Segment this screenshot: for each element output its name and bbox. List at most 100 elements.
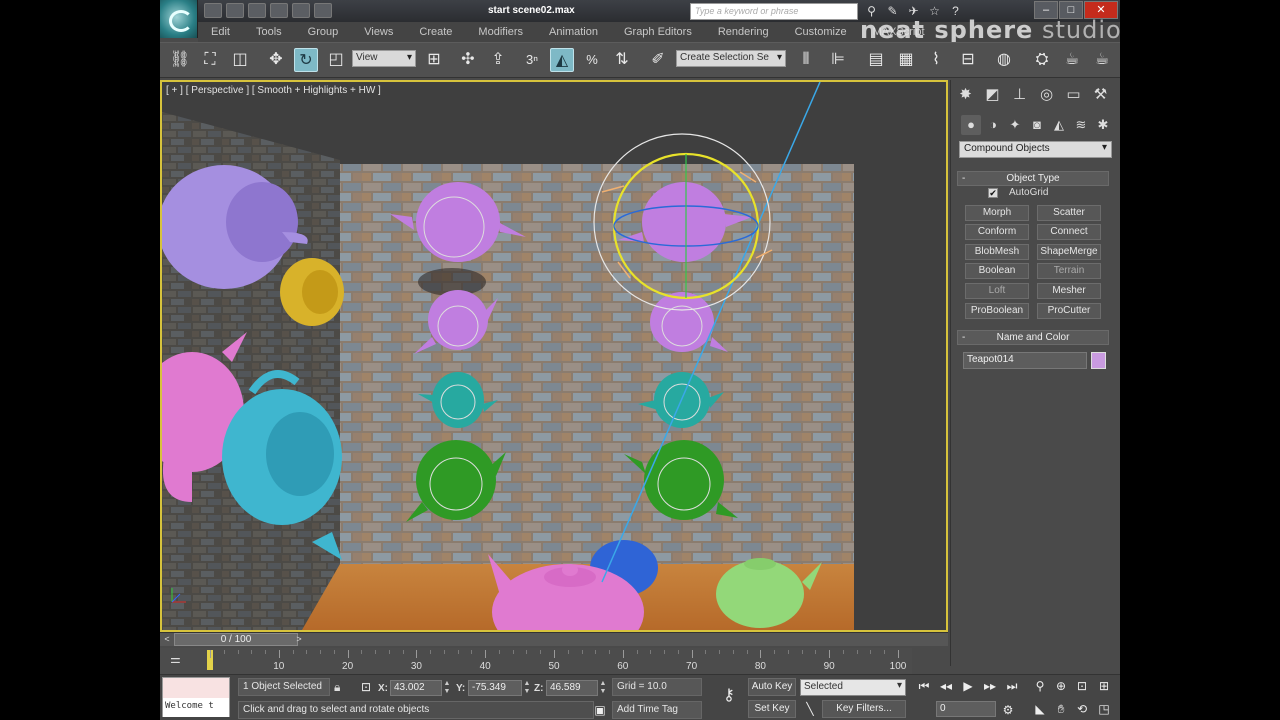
mirror-icon[interactable]: ⫴ bbox=[794, 48, 818, 72]
cameras-icon[interactable]: ◙ bbox=[1027, 115, 1047, 135]
z-spinner[interactable]: ▲ ▼ bbox=[599, 680, 607, 696]
field-of-view-icon[interactable]: ◣ bbox=[1030, 700, 1050, 718]
display-tab-icon[interactable]: ▭ bbox=[1063, 84, 1084, 105]
maximize-viewport-icon[interactable]: ◳ bbox=[1094, 700, 1114, 718]
perspective-viewport[interactable]: [ + ] [ Perspective ] [ Smooth + Highlig… bbox=[160, 80, 948, 632]
name-and-color-rollout-header[interactable]: - Name and Color bbox=[957, 330, 1109, 345]
key-tangent-icon[interactable]: ╲ bbox=[800, 700, 820, 718]
select-scale-icon[interactable]: ◰ bbox=[324, 48, 348, 72]
bind-space-warp-icon[interactable]: ◫ bbox=[228, 48, 252, 72]
x-spinner[interactable]: ▲ ▼ bbox=[443, 680, 451, 696]
selection-lock-icon[interactable]: 🔒︎ bbox=[334, 680, 340, 695]
render-production-icon[interactable]: ☕ bbox=[1090, 48, 1114, 72]
set-keys-key-icon[interactable]: ⚷ bbox=[716, 687, 742, 705]
time-slider[interactable]: < 0 / 100 > bbox=[160, 632, 948, 646]
track-bar[interactable]: ⚌ 10 20 30 40 50 60 70 80 90 100 bbox=[160, 648, 912, 674]
mesher-button[interactable]: Mesher bbox=[1037, 283, 1101, 299]
space-warps-icon[interactable]: ≋ bbox=[1071, 115, 1091, 135]
edit-named-selection-icon[interactable]: ✐ bbox=[646, 48, 670, 72]
time-slider-next-arrow[interactable]: > bbox=[292, 633, 306, 646]
zoom-extents-icon[interactable]: ⊡ bbox=[1072, 677, 1092, 695]
shapes-icon[interactable]: ◑ bbox=[983, 115, 1003, 135]
snaps-toggle-icon[interactable]: 3ⁿ bbox=[520, 48, 544, 72]
select-manipulate-icon[interactable]: ✣ bbox=[456, 48, 480, 72]
teapot-yellow[interactable] bbox=[280, 258, 344, 326]
viewport-label[interactable]: [ + ] [ Perspective ] [ Smooth + Highlig… bbox=[166, 85, 381, 96]
scatter-button[interactable]: Scatter bbox=[1037, 205, 1101, 221]
y-spinner[interactable]: ▲ ▼ bbox=[523, 680, 531, 696]
menu-group[interactable]: Group bbox=[295, 26, 352, 38]
keyboard-shortcut-override-icon[interactable]: ⇪ bbox=[486, 48, 510, 72]
unlink-icon[interactable]: ⛶ bbox=[198, 48, 222, 72]
schematic-view-icon[interactable]: ⊟ bbox=[956, 48, 980, 72]
menu-modifiers[interactable]: Modifiers bbox=[465, 26, 536, 38]
conform-button[interactable]: Conform bbox=[965, 224, 1029, 240]
open-file-icon[interactable] bbox=[226, 3, 244, 18]
redo-icon[interactable] bbox=[292, 3, 310, 18]
time-tag-icon[interactable]: ▣ bbox=[590, 701, 610, 719]
proboolean-button[interactable]: ProBoolean bbox=[965, 303, 1029, 319]
graphite-ribbon-icon[interactable]: ▦ bbox=[894, 48, 918, 72]
motion-tab-icon[interactable]: ◎ bbox=[1036, 84, 1057, 105]
undo-icon[interactable] bbox=[270, 3, 288, 18]
maxscript-listener[interactable]: Welcome t bbox=[162, 677, 230, 717]
procutter-button[interactable]: ProCutter bbox=[1037, 303, 1101, 319]
shapemerge-button[interactable]: ShapeMerge bbox=[1037, 244, 1101, 260]
morph-button[interactable]: Morph bbox=[965, 205, 1029, 221]
menu-views[interactable]: Views bbox=[351, 26, 406, 38]
object-type-rollout-header[interactable]: - Object Type bbox=[957, 171, 1109, 186]
loft-button[interactable]: Loft bbox=[965, 283, 1029, 299]
spinner-snap-icon[interactable]: ⇅ bbox=[610, 48, 634, 72]
curve-editor-icon[interactable]: ⌇ bbox=[924, 48, 948, 72]
named-selection-set-dropdown[interactable]: Create Selection Se bbox=[676, 50, 786, 67]
set-key-button[interactable]: Set Key bbox=[748, 700, 796, 718]
menu-rendering[interactable]: Rendering bbox=[705, 26, 782, 38]
lights-icon[interactable]: ✦ bbox=[1005, 115, 1025, 135]
key-mode-dropdown[interactable]: Selected bbox=[800, 679, 906, 696]
next-frame-icon[interactable]: ▸▸ bbox=[980, 677, 1000, 695]
auto-key-button[interactable]: Auto Key bbox=[748, 678, 796, 696]
maxscript-output[interactable]: Welcome t bbox=[163, 698, 229, 717]
percent-snap-icon[interactable]: % bbox=[580, 48, 604, 72]
go-to-end-icon[interactable]: ⏭ bbox=[1002, 677, 1022, 695]
utilities-tab-icon[interactable]: ⚒ bbox=[1090, 84, 1111, 105]
go-to-start-icon[interactable]: ⏮ bbox=[914, 677, 934, 695]
connect-button[interactable]: Connect bbox=[1037, 224, 1101, 240]
current-frame-field[interactable]: 0 bbox=[936, 701, 996, 717]
menu-customize[interactable]: Customize bbox=[782, 26, 860, 38]
systems-icon[interactable]: ✱ bbox=[1093, 115, 1113, 135]
menu-tools[interactable]: Tools bbox=[243, 26, 295, 38]
material-editor-icon[interactable]: ◍ bbox=[992, 48, 1016, 72]
pivot-center-icon[interactable]: ⊞ bbox=[422, 48, 446, 72]
orbit-icon[interactable]: ⟲ bbox=[1072, 700, 1092, 718]
select-link-icon[interactable]: ⛓ bbox=[168, 48, 192, 72]
geometry-icon[interactable]: ● bbox=[961, 115, 981, 135]
object-color-swatch[interactable] bbox=[1091, 352, 1106, 369]
render-setup-icon[interactable]: ⛭ bbox=[1030, 48, 1054, 72]
boolean-button[interactable]: Boolean bbox=[965, 263, 1029, 279]
rendered-frame-window-icon[interactable]: ☕ bbox=[1060, 48, 1084, 72]
terrain-button[interactable]: Terrain bbox=[1037, 263, 1101, 279]
autogrid-checkbox[interactable]: ✔ bbox=[988, 188, 998, 198]
save-file-icon[interactable] bbox=[248, 3, 266, 18]
time-configuration-icon[interactable]: ⚙ bbox=[998, 701, 1018, 719]
mini-curve-editor-icon[interactable]: ⚌ bbox=[170, 652, 188, 666]
previous-frame-icon[interactable]: ◂◂ bbox=[936, 677, 956, 695]
key-filters-button[interactable]: Key Filters... bbox=[822, 700, 906, 718]
object-name-field[interactable]: Teapot014 bbox=[963, 352, 1087, 369]
select-rotate-icon[interactable]: ↻ bbox=[294, 48, 318, 72]
zoom-icon[interactable]: ⚲ bbox=[1030, 677, 1050, 695]
z-coordinate-field[interactable]: 46.589 bbox=[546, 680, 598, 696]
add-time-tag-button[interactable]: Add Time Tag bbox=[612, 701, 702, 719]
object-category-dropdown[interactable]: Compound Objects bbox=[959, 141, 1112, 158]
search-input[interactable]: Type a keyword or phrase bbox=[690, 3, 858, 20]
pan-view-icon[interactable]: ✋︎ bbox=[1051, 700, 1071, 718]
time-slider-prev-arrow[interactable]: < bbox=[160, 633, 174, 646]
play-icon[interactable]: ▶ bbox=[958, 677, 978, 695]
menu-graph-editors[interactable]: Graph Editors bbox=[611, 26, 705, 38]
app-logo-icon[interactable] bbox=[160, 0, 198, 38]
helpers-icon[interactable]: ◭ bbox=[1049, 115, 1069, 135]
menu-animation[interactable]: Animation bbox=[536, 26, 611, 38]
hierarchy-tab-icon[interactable]: ⊥ bbox=[1009, 84, 1030, 105]
zoom-all-icon[interactable]: ⊕ bbox=[1051, 677, 1071, 695]
